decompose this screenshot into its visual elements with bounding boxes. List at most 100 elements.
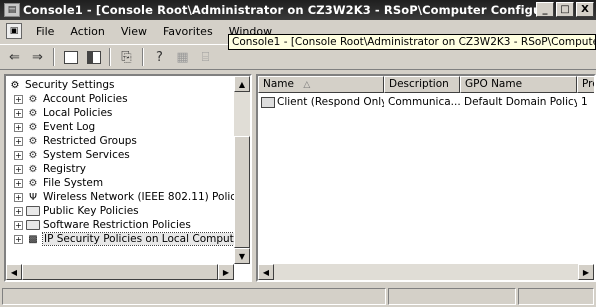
cell-precedence: 1 (581, 96, 588, 108)
tree-item-label: Security Settings (25, 79, 115, 91)
antenna-icon: Ψ (29, 191, 37, 203)
status-panel (388, 288, 517, 305)
tree-item-security-settings[interactable]: ⚙ Security Settings (8, 78, 115, 92)
tree-item-local-policies[interactable]: + ⚙ Local Policies (14, 106, 112, 120)
toolbar-separator (109, 48, 111, 66)
mmc-app-icon[interactable]: ▤ (4, 3, 20, 17)
title-tooltip: Console1 - [Console Root\Administrator o… (228, 34, 596, 50)
toolbar-separator (142, 48, 144, 66)
results-list[interactable]: Name △ Description GPO Name Pre Client (… (256, 74, 596, 282)
column-header-name[interactable]: Name △ (258, 76, 384, 93)
table-row[interactable]: Client (Respond Only) Communica... Defau… (258, 96, 594, 110)
title-bar: ▤ Console1 - [Console Root\Administrator… (0, 0, 596, 20)
tree-item-label: Restricted Groups (43, 135, 137, 147)
menu-favorites[interactable]: Favorites (155, 25, 221, 38)
expand-toggle[interactable]: + (14, 150, 23, 160)
tree-item-account-policies[interactable]: + ⚙ Account Policies (14, 92, 128, 106)
menu-view[interactable]: View (113, 25, 155, 38)
tree-item-public-key-policies[interactable]: + Public Key Policies (14, 204, 139, 218)
tree-item-system-services[interactable]: + ⚙ System Services (14, 148, 130, 162)
tree-horizontal-scrollbar[interactable]: ◀ ▶ (6, 264, 234, 280)
expand-toggle[interactable]: + (14, 178, 23, 188)
tree-item-software-restriction[interactable]: + Software Restriction Policies (14, 218, 191, 232)
tree-item-registry[interactable]: + ⚙ Registry (14, 162, 86, 176)
scroll-right-button[interactable]: ▶ (218, 264, 234, 280)
show-hide-tree-icon[interactable] (83, 47, 104, 67)
tree-item-label: File System (43, 177, 104, 189)
tree-item-wireless-network[interactable]: + Ψ Wireless Network (IEEE 802.11) Polic… (14, 190, 251, 204)
tree-item-label: Local Policies (43, 107, 113, 119)
tree-item-label: Wireless Network (IEEE 802.11) Policies (43, 191, 251, 203)
scroll-left-button[interactable]: ◀ (258, 264, 274, 280)
column-header-precedence[interactable]: Pre (577, 76, 594, 93)
tree-item-label: Registry (43, 163, 86, 175)
back-arrow-icon[interactable]: ⇐ (4, 47, 25, 67)
security-settings-icon: ⚙ (10, 79, 20, 91)
status-bar (0, 286, 596, 307)
forward-arrow-icon[interactable]: ⇒ (27, 47, 48, 67)
sort-ascending-icon: △ (303, 80, 311, 90)
ip-security-icon: ▩ (28, 233, 38, 245)
tree-item-label: Event Log (43, 121, 96, 133)
expand-toggle[interactable]: + (14, 220, 23, 230)
policy-folder-icon: ⚙ (28, 121, 38, 133)
console-tree[interactable]: ⚙ Security Settings + ⚙ Account Policies… (4, 74, 252, 282)
toolbar-separator (53, 48, 55, 66)
properties-icon[interactable]: ▦ (172, 47, 193, 67)
ip-security-policy-icon (261, 96, 275, 108)
tree-item-label: Software Restriction Policies (43, 219, 191, 231)
list-header: Name △ Description GPO Name Pre (258, 76, 594, 93)
cell-name: Client (Respond Only) (258, 96, 384, 110)
tree-item-label: Public Key Policies (43, 205, 139, 217)
folder-icon (26, 205, 40, 217)
folder-icon (26, 219, 40, 231)
tree-item-ip-security-policies[interactable]: + ▩ IP Security Policies on Local Comput… (14, 232, 247, 246)
scroll-up-button[interactable]: ▲ (234, 76, 250, 92)
menu-action[interactable]: Action (62, 25, 112, 38)
policy-folder-icon: ⚙ (28, 135, 38, 147)
cell-gpo-name: Default Domain Policy (464, 96, 577, 108)
tree-item-file-system[interactable]: + ⚙ File System (14, 176, 103, 190)
window-controls: _ □ X (536, 2, 594, 17)
policy-folder-icon: ⚙ (28, 93, 38, 105)
expand-toggle[interactable]: + (14, 94, 23, 104)
tree-item-label: Account Policies (43, 93, 128, 105)
export-list-icon[interactable]: ⎘ (116, 47, 137, 67)
column-header-gpo-name[interactable]: GPO Name (460, 76, 577, 93)
close-button[interactable]: X (576, 2, 594, 17)
expand-toggle[interactable]: + (14, 206, 23, 216)
scroll-right-button[interactable]: ▶ (578, 264, 594, 280)
tree-item-label: System Services (43, 149, 130, 161)
cell-description: Communica... (388, 96, 460, 108)
expand-toggle[interactable]: + (14, 122, 23, 132)
scroll-down-button[interactable]: ▼ (234, 248, 250, 264)
expand-toggle[interactable]: + (14, 234, 23, 244)
status-panel (518, 288, 594, 305)
help-icon[interactable]: ? (149, 47, 170, 67)
status-panel (2, 288, 387, 305)
tree-item-restricted-groups[interactable]: + ⚙ Restricted Groups (14, 134, 137, 148)
window-title: Console1 - [Console Root\Administrator o… (23, 3, 538, 17)
column-header-description[interactable]: Description (384, 76, 460, 93)
tree-icon[interactable]: ⌸ (195, 47, 216, 67)
scroll-thumb[interactable] (22, 264, 218, 280)
tree-item-label: IP Security Policies on Local Computer (42, 232, 247, 246)
policy-folder-icon: ⚙ (28, 149, 38, 161)
expand-toggle[interactable]: + (14, 108, 23, 118)
policy-folder-icon: ⚙ (28, 163, 38, 175)
tree-item-event-log[interactable]: + ⚙ Event Log (14, 120, 95, 134)
expand-toggle[interactable]: + (14, 164, 23, 174)
expand-toggle[interactable]: + (14, 136, 23, 146)
menu-file[interactable]: File (28, 25, 62, 38)
console-menu-icon[interactable]: ▣ (6, 23, 22, 39)
list-horizontal-scrollbar[interactable]: ◀ ▶ (258, 264, 594, 280)
scroll-thumb[interactable] (234, 136, 250, 248)
policy-folder-icon: ⚙ (28, 107, 38, 119)
policy-folder-icon: ⚙ (28, 177, 38, 189)
expand-toggle[interactable]: + (14, 192, 23, 202)
minimize-button[interactable]: _ (536, 2, 554, 17)
up-folder-icon[interactable] (60, 47, 81, 67)
tree-vertical-scrollbar[interactable]: ▲ ▼ (234, 76, 250, 264)
scroll-left-button[interactable]: ◀ (6, 264, 22, 280)
restore-button[interactable]: □ (556, 2, 574, 17)
